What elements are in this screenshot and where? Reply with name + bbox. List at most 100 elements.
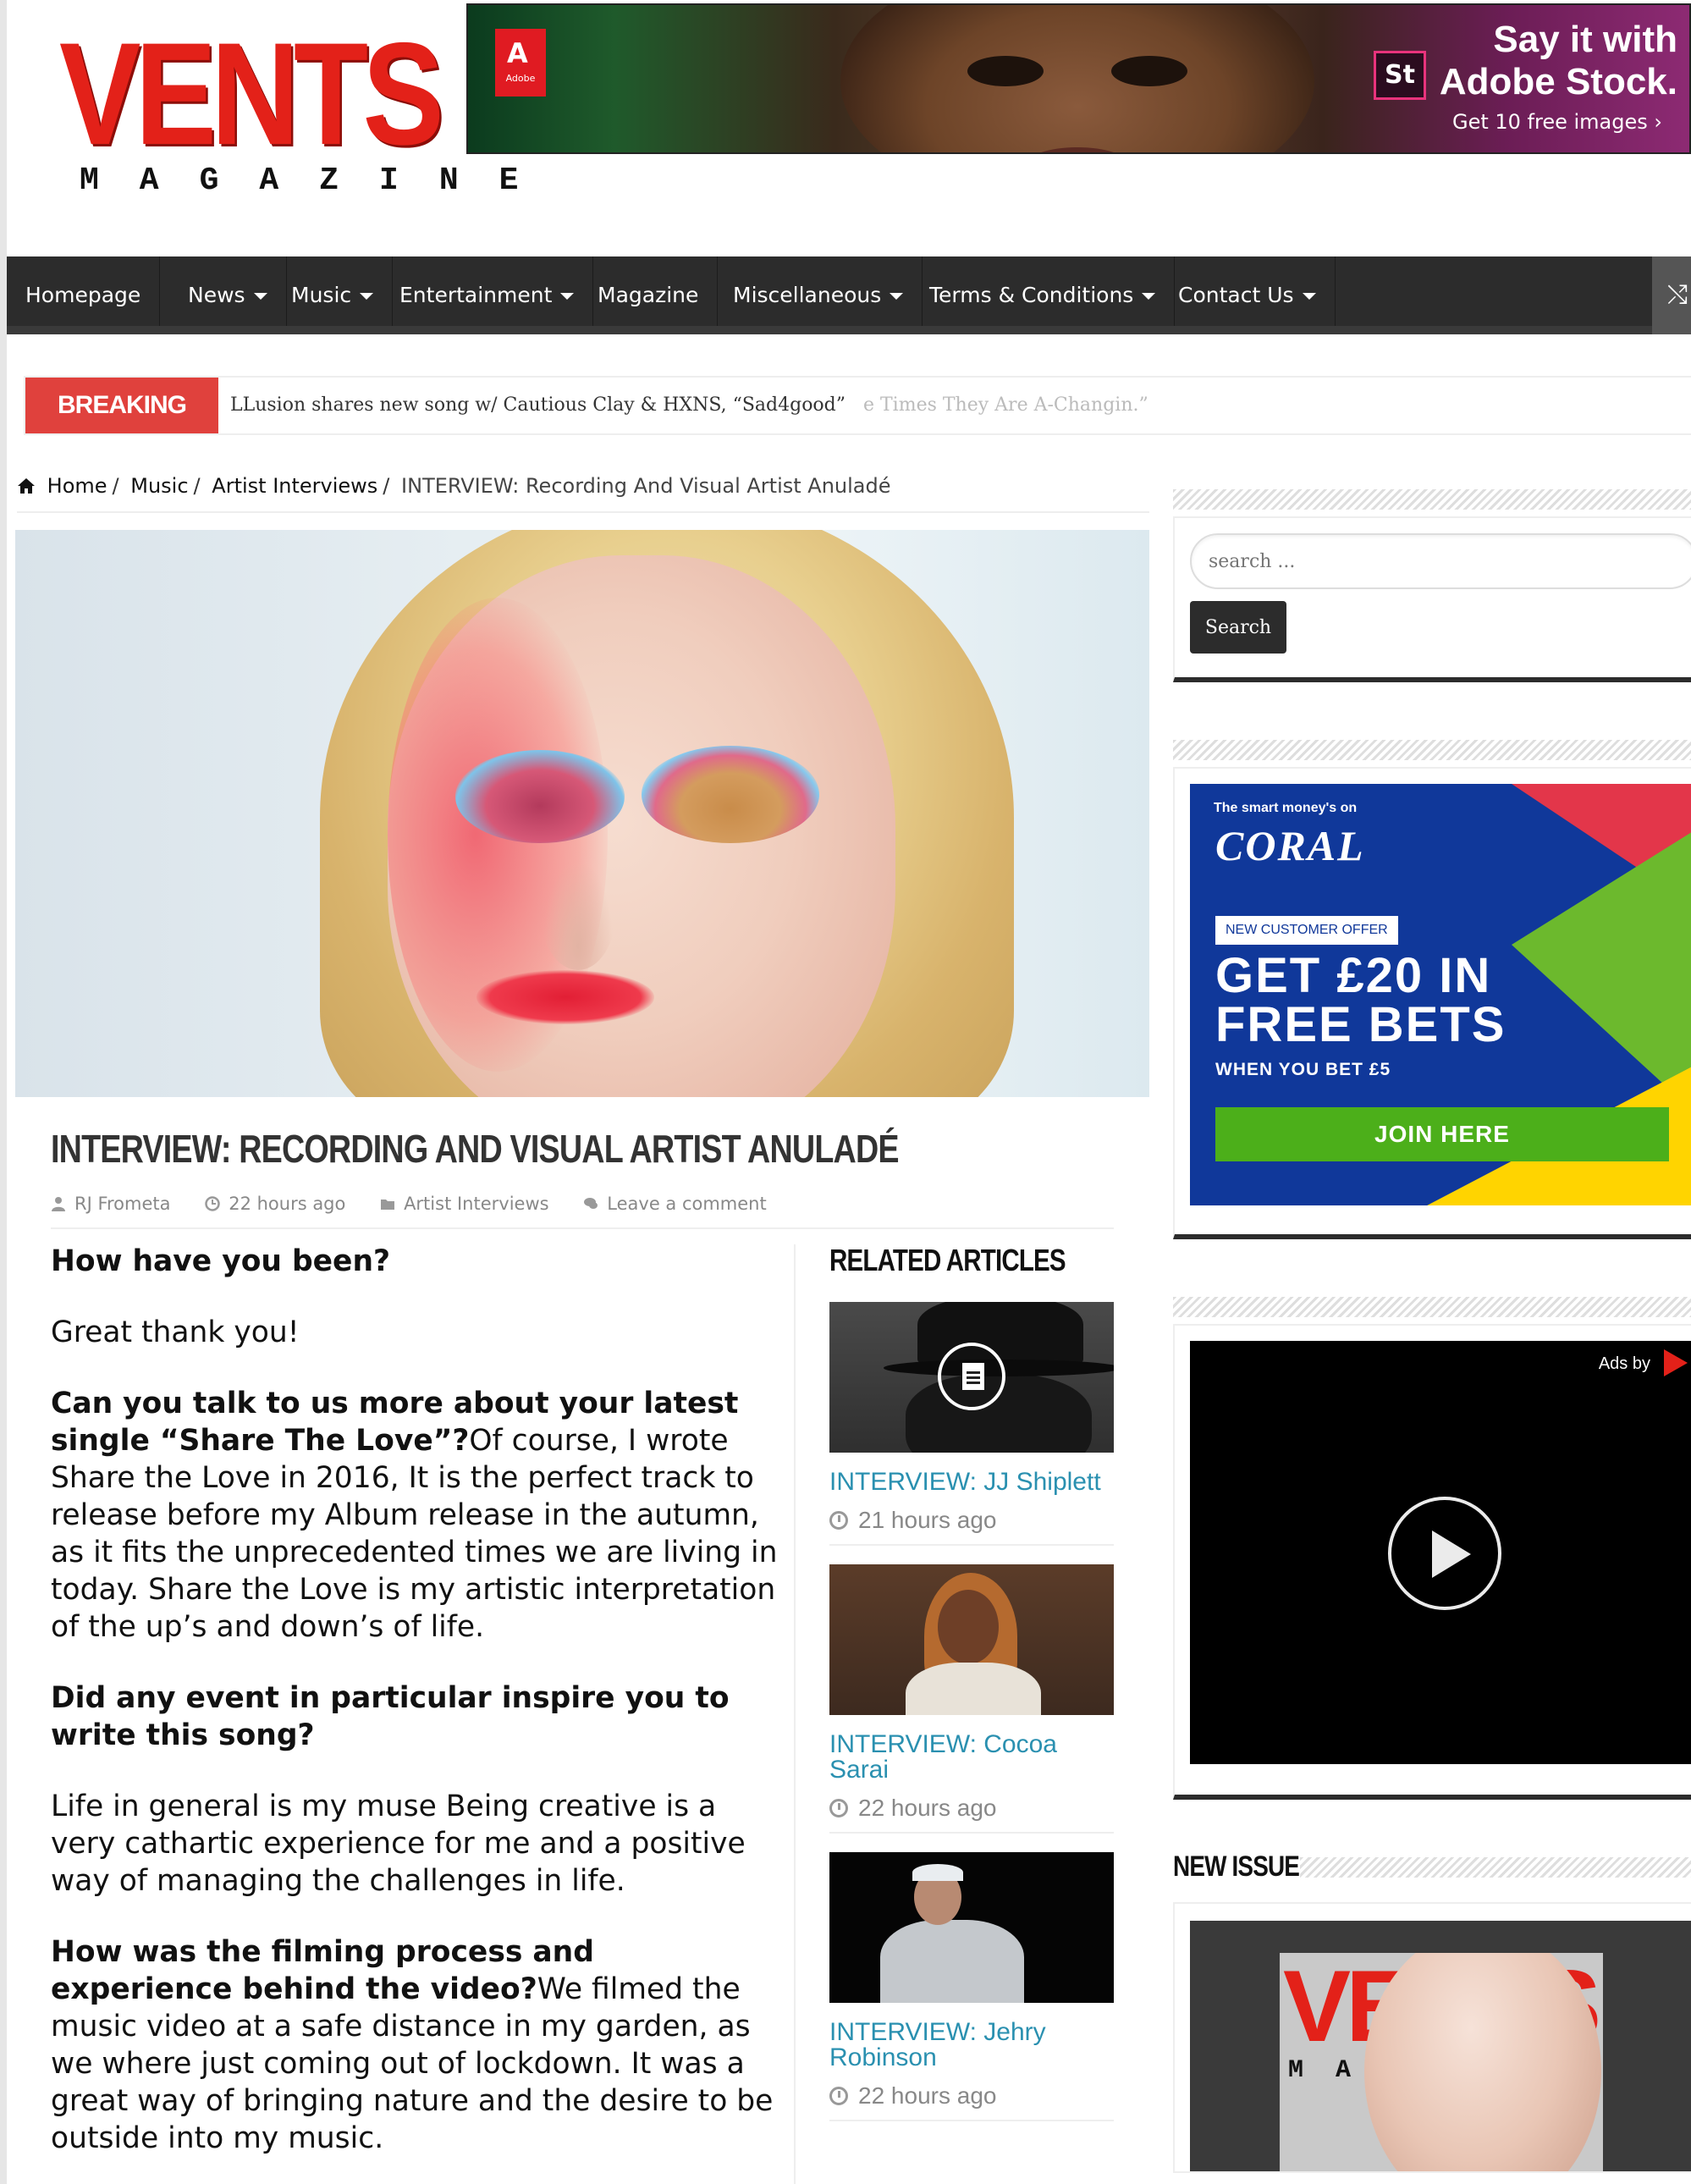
hero-eyelid-right bbox=[642, 746, 819, 843]
coral-subheadline: WHEN YOU BET £5 bbox=[1215, 1060, 1391, 1079]
answer-1: Great thank you! bbox=[51, 1315, 300, 1349]
play-icon[interactable] bbox=[1388, 1497, 1501, 1610]
nav-label: News bbox=[188, 283, 245, 307]
clock-icon bbox=[829, 1799, 848, 1817]
hero-eyelid-left bbox=[455, 750, 625, 843]
related-articles: RELATED ARTICLES INTERVIEW: JJ Shiplett … bbox=[829, 1243, 1114, 2140]
nav-item-miscellaneous[interactable]: Miscellaneous bbox=[714, 256, 923, 326]
folder-icon bbox=[381, 1200, 395, 1210]
related-thumbnail[interactable] bbox=[829, 1564, 1114, 1715]
user-icon bbox=[52, 1197, 65, 1211]
breadcrumb-music[interactable]: Music bbox=[130, 474, 188, 498]
nav-item-magazine[interactable]: Magazine bbox=[579, 256, 719, 326]
new-issue-title: NEW ISSUE bbox=[1173, 1850, 1300, 1883]
article-body: How have you been? Great thank you! Can … bbox=[51, 1243, 779, 2184]
breadcrumb-home[interactable]: Home bbox=[47, 474, 107, 498]
article-title: INTERVIEW: RECORDING AND VISUAL ARTIST A… bbox=[51, 1127, 900, 1171]
breadcrumb-category[interactable]: Artist Interviews bbox=[212, 474, 377, 498]
clock-icon bbox=[205, 1196, 220, 1211]
widget-divider-stripes bbox=[1173, 489, 1691, 510]
related-item: INTERVIEW: Jehry Robinson 22 hours ago bbox=[829, 1852, 1114, 2121]
answer-3: Life in general is my muse Being creativ… bbox=[51, 1790, 746, 1898]
logo-wordmark: VENTS bbox=[59, 13, 444, 175]
nav-label: Miscellaneous bbox=[733, 283, 882, 307]
breadcrumb: Home / Music / Artist Interviews / INTERVIE… bbox=[17, 474, 1149, 513]
qa-4: How was the filming process and experien… bbox=[51, 1933, 779, 2157]
nav-item-terms[interactable]: Terms & Conditions bbox=[911, 256, 1176, 326]
coral-tagline: The smart money's on bbox=[1214, 801, 1358, 815]
meta-time: 22 hours ago bbox=[205, 1194, 345, 1214]
new-issue-widget: VENTS MAGAZINE bbox=[1173, 1902, 1691, 2173]
column-divider bbox=[794, 1244, 796, 2184]
question-3: Did any event in particular inspire you … bbox=[51, 1681, 730, 1752]
meta-category-text: Artist Interviews bbox=[404, 1194, 549, 1214]
video-ad-widget: Ads by bbox=[1173, 1324, 1691, 1800]
site-logo[interactable]: VENTS MAGAZINE bbox=[59, 13, 518, 199]
ad-headline-line-2: Adobe Stock. bbox=[1439, 61, 1677, 102]
adobe-a-icon: A bbox=[507, 37, 528, 69]
search-widget: Search bbox=[1173, 516, 1691, 682]
home-icon bbox=[18, 478, 35, 494]
related-item-title[interactable]: INTERVIEW: JJ Shiplett bbox=[829, 1470, 1114, 1495]
ad-cta-link[interactable]: Get 10 free images › bbox=[1452, 110, 1662, 134]
related-item-time: 21 hours ago bbox=[829, 1507, 1114, 1534]
breaking-news-headline[interactable]: LLusion shares new song w/ Cautious Clay… bbox=[230, 378, 846, 433]
widget-divider-stripes bbox=[1300, 1856, 1691, 1878]
meta-comments-text: Leave a comment bbox=[607, 1194, 767, 1214]
document-icon-sheet bbox=[962, 1363, 984, 1390]
article-meta: RJ Frometa 22 hours ago Artist Interview… bbox=[51, 1194, 1114, 1229]
related-thumbnail[interactable] bbox=[829, 1302, 1114, 1453]
ad-face-lips bbox=[1027, 147, 1128, 152]
nav-label: Magazine bbox=[598, 283, 699, 307]
meta-author[interactable]: RJ Frometa bbox=[51, 1194, 171, 1214]
ads-by-label: Ads by bbox=[1598, 1354, 1650, 1373]
top-banner-ad[interactable]: A Adobe St Say it with Adobe Stock. Get … bbox=[466, 3, 1691, 154]
related-item-time: 22 hours ago bbox=[829, 2082, 1114, 2110]
related-item: INTERVIEW: JJ Shiplett 21 hours ago bbox=[829, 1302, 1114, 1546]
search-input[interactable] bbox=[1190, 533, 1691, 589]
nav-item-contact[interactable]: Contact Us bbox=[1159, 256, 1336, 326]
related-thumbnail[interactable] bbox=[829, 1852, 1114, 2003]
breadcrumb-separator: / bbox=[383, 474, 390, 498]
sidebar: Search The smart money's on CORAL NEW CU… bbox=[1173, 489, 1691, 2173]
nav-item-music[interactable]: Music bbox=[273, 256, 394, 326]
meta-comments[interactable]: Leave a comment bbox=[583, 1194, 767, 1214]
video-ad[interactable]: Ads by bbox=[1190, 1341, 1691, 1764]
shuffle-icon[interactable]: ⤭ bbox=[1652, 256, 1691, 334]
related-time-text: 22 hours ago bbox=[858, 1795, 997, 1821]
coral-logo: CORAL bbox=[1215, 822, 1365, 869]
cover-portrait bbox=[1364, 1953, 1601, 2171]
ad-network-logo-icon bbox=[1664, 1349, 1688, 1376]
meta-author-name: RJ Frometa bbox=[74, 1194, 171, 1214]
related-item: INTERVIEW: Cocoa Sarai 22 hours ago bbox=[829, 1564, 1114, 1834]
coral-offer-badge: NEW CUSTOMER OFFER bbox=[1215, 916, 1398, 945]
clock-icon bbox=[829, 2087, 848, 2105]
nav-item-entertainment[interactable]: Entertainment bbox=[381, 256, 594, 326]
related-item-time: 22 hours ago bbox=[829, 1795, 1114, 1822]
hero-nose bbox=[540, 852, 616, 970]
related-time-text: 22 hours ago bbox=[858, 2082, 997, 2109]
meta-category[interactable]: Artist Interviews bbox=[380, 1194, 549, 1214]
nav-label: Contact Us bbox=[1178, 283, 1294, 307]
related-item-title[interactable]: INTERVIEW: Cocoa Sarai bbox=[829, 1732, 1114, 1783]
thumb-hair bbox=[912, 1864, 963, 1881]
nav-label: Terms & Conditions bbox=[929, 283, 1134, 307]
magazine-cover[interactable]: VENTS MAGAZINE bbox=[1190, 1921, 1691, 2171]
page-left-rule bbox=[0, 0, 7, 2184]
adobe-badge-label: Adobe bbox=[505, 73, 536, 84]
nav-label: Homepage bbox=[25, 283, 141, 307]
breaking-news-ticker: BREAKING NEWS LLusion shares new song w/… bbox=[24, 376, 1691, 475]
chevron-down-icon bbox=[1302, 293, 1316, 300]
nav-item-homepage[interactable]: Homepage bbox=[7, 256, 161, 326]
related-item-title[interactable]: INTERVIEW: Jehry Robinson bbox=[829, 2020, 1114, 2071]
nav-item-news[interactable]: News bbox=[169, 256, 287, 326]
breadcrumb-current: INTERVIEW: Recording And Visual Artist A… bbox=[401, 474, 891, 498]
adobe-logo-badge: A Adobe bbox=[495, 29, 546, 97]
related-time-text: 21 hours ago bbox=[858, 1507, 997, 1533]
chevron-down-icon bbox=[360, 293, 374, 300]
coral-ad[interactable]: The smart money's on CORAL NEW CUSTOMER … bbox=[1190, 784, 1691, 1205]
coral-join-button[interactable]: JOIN HERE bbox=[1215, 1107, 1669, 1161]
chevron-down-icon bbox=[1142, 293, 1156, 300]
search-button[interactable]: Search bbox=[1190, 601, 1286, 654]
comments-icon bbox=[584, 1198, 598, 1209]
